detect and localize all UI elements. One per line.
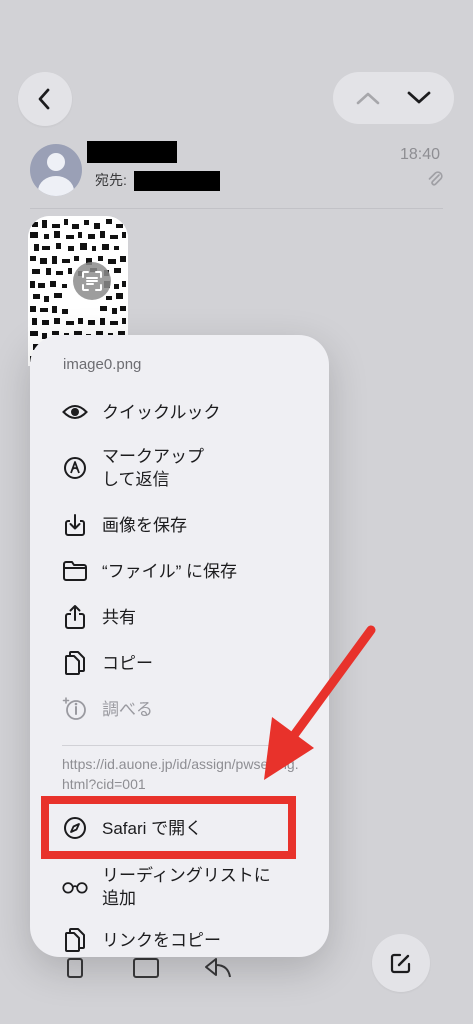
menu-title: image0.png <box>63 356 142 373</box>
trash-icon[interactable] <box>64 955 86 979</box>
folder-icon <box>62 558 88 584</box>
menu-separator <box>62 745 297 746</box>
link-url: https://id.auone.jp/id/assign/pwsetting.… <box>62 756 299 792</box>
reply-icon[interactable] <box>202 955 232 979</box>
chevron-left-icon <box>36 87 54 111</box>
menu-item-label: “ファイル” に保存 <box>102 561 238 581</box>
reading-glasses-icon <box>62 874 88 900</box>
compose-button[interactable] <box>372 934 430 992</box>
save-image-icon <box>62 512 88 538</box>
menu-item-label: マークアップ して返信 <box>102 447 204 489</box>
paperclip-icon <box>427 170 443 188</box>
sender-avatar <box>30 144 82 196</box>
menu-item-label: 調べる <box>102 699 153 719</box>
menu-item-label: 画像を保存 <box>102 515 187 535</box>
annotation-highlight-box <box>41 796 296 859</box>
message-time: 18:40 <box>400 146 441 163</box>
menu-item-label: リンクをコピー <box>102 930 221 950</box>
copy-icon <box>62 650 88 676</box>
compose-icon <box>389 951 413 975</box>
message-nav <box>333 72 454 124</box>
live-text-scan-button[interactable] <box>73 262 111 300</box>
chevron-down-icon[interactable] <box>406 90 432 106</box>
menu-item-label: コピー <box>102 653 153 673</box>
redacted-recipient <box>134 171 220 191</box>
menu-item-markup-reply[interactable]: マークアップ して返信 <box>30 443 329 493</box>
to-label: 宛先: <box>95 172 127 188</box>
menu-item-save-to-files[interactable]: “ファイル” に保存 <box>30 556 329 586</box>
eye-icon <box>62 399 88 425</box>
menu-item-label: クイックルック <box>102 402 221 422</box>
copy-icon <box>62 927 88 953</box>
menu-item-label: 共有 <box>102 607 136 627</box>
menu-item-copy[interactable]: コピー <box>30 648 329 678</box>
menu-item-save-image[interactable]: 画像を保存 <box>30 510 329 540</box>
archive-icon[interactable] <box>132 955 160 979</box>
chevron-up-icon[interactable] <box>355 90 381 106</box>
context-menu: image0.png クイックルック マークアップ して返信 画像を保存 “ファ… <box>30 335 329 957</box>
menu-item-copy-link[interactable]: リンクをコピー <box>30 925 329 955</box>
menu-item-add-reading-list[interactable]: リーディングリストに 追加 <box>30 862 329 912</box>
markup-icon <box>62 455 88 481</box>
share-icon <box>62 604 88 630</box>
redacted-sender <box>87 141 177 163</box>
header-divider <box>30 208 443 209</box>
back-button[interactable] <box>18 72 72 126</box>
lookup-icon <box>62 696 88 722</box>
menu-item-quick-look[interactable]: クイックルック <box>30 397 329 427</box>
menu-item-share[interactable]: 共有 <box>30 602 329 632</box>
text-scan-icon <box>81 270 103 292</box>
menu-item-look-up[interactable]: 調べる <box>30 694 329 724</box>
menu-item-label: リーディングリストに 追加 <box>102 866 271 908</box>
